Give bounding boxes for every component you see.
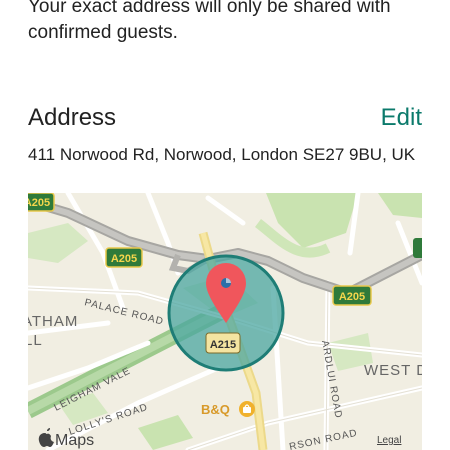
address-text: 411 Norwood Rd, Norwood, London SE27 9BU… (28, 145, 416, 164)
road-shield-a215: A215 (205, 332, 241, 354)
road-shield-edge (413, 238, 422, 258)
privacy-note: Your exact address will only be shared w… (28, 0, 391, 43)
svg-text:A205: A205 (339, 291, 365, 303)
road-shield-a205: A205 (105, 247, 143, 268)
apple-logo-icon (38, 428, 54, 447)
area-label-west-d: WEST D (364, 362, 422, 379)
park-area (378, 193, 422, 218)
park-area (28, 223, 88, 263)
road-shield-a205: A205 (332, 285, 372, 306)
poi-label-bq[interactable]: B&Q (201, 402, 230, 417)
svg-text:A215: A215 (210, 339, 236, 351)
street-label-robson-road: RSON ROAD (288, 428, 358, 450)
legal-link[interactable]: Legal (377, 435, 401, 446)
svg-text:A205: A205 (28, 197, 50, 209)
road-shield-a205: A205 (28, 193, 55, 212)
area-label-ll: LL (28, 332, 43, 349)
area-label-atham: ATHAM (28, 313, 78, 330)
shopping-bag-icon[interactable] (239, 401, 255, 417)
address-title: Address (28, 104, 117, 131)
map-canvas[interactable]: A205 A205 A205 A215 PALACE ROAD LEIGHAM … (28, 193, 422, 450)
svg-text:A205: A205 (111, 253, 137, 265)
address-header: Address Edit (28, 104, 422, 138)
maps-attribution: Maps (55, 432, 94, 449)
location-map[interactable]: A205 A205 A205 A215 PALACE ROAD LEIGHAM … (28, 193, 422, 450)
edit-address-link[interactable]: Edit (381, 104, 422, 132)
park-area (138, 415, 193, 450)
